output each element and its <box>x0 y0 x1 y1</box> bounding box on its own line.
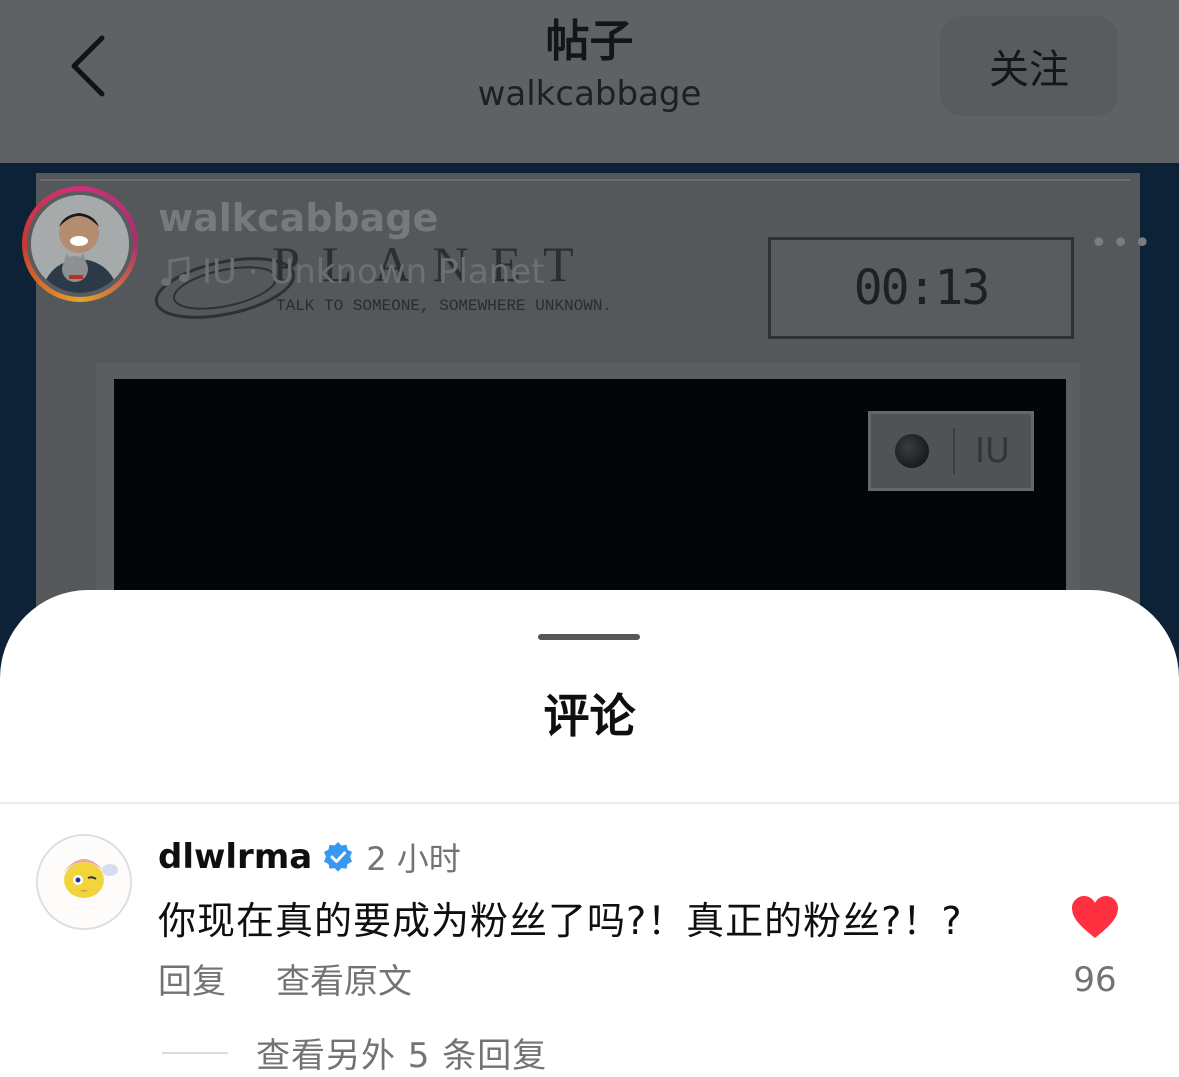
planet-tagline: TALK TO SOMEONE, SOMEWHERE UNKNOWN. <box>276 297 613 315</box>
comments-title: 评论 <box>543 689 636 743</box>
avatar <box>38 836 130 928</box>
replies-line-divider <box>162 1051 228 1054</box>
badge-label: IU <box>975 431 1010 471</box>
comments-sheet: 评论 dlwlrma 2 小时 你现在真的要成为粉丝了吗?！真正的粉丝?！? 回… <box>0 590 1179 1076</box>
post-author-username[interactable]: walkcabbage <box>158 196 438 240</box>
person-with-cat-icon <box>31 195 129 293</box>
more-options-icon[interactable]: ••• <box>1090 226 1155 261</box>
divider <box>0 802 1179 804</box>
iu-badge: IU <box>868 411 1034 491</box>
comment-timestamp: 2 小时 <box>366 840 461 878</box>
like-heart-icon[interactable] <box>1070 894 1120 940</box>
avatar <box>31 195 129 293</box>
timer-text: 00:13 <box>853 260 990 316</box>
see-original-button[interactable]: 查看原文 <box>276 954 412 1003</box>
view-more-replies-label: 查看另外 5 条回复 <box>256 1036 548 1076</box>
verified-badge-icon <box>324 842 353 872</box>
planet-icon <box>895 434 929 468</box>
follow-button[interactable]: 关注 <box>940 16 1118 116</box>
view-more-replies-button[interactable]: 查看另外 5 条回复 <box>162 1028 547 1077</box>
top-bar: 帖子 walkcabbage 关注 <box>0 0 1179 163</box>
frame-edge <box>40 179 1130 181</box>
comment-actions: 回复 查看原文 <box>158 954 412 1003</box>
comment-avatar[interactable] <box>36 834 132 930</box>
post-author-avatar[interactable] <box>22 186 138 302</box>
comment-text: 你现在真的要成为粉丝了吗?！真正的粉丝?！? <box>158 899 963 943</box>
badge-divider <box>953 428 955 474</box>
post-music-row[interactable]: IU · Unknown Planet <box>158 252 545 292</box>
timer-display: 00:13 <box>768 237 1074 339</box>
comment-header: dlwlrma 2 小时 <box>158 834 461 880</box>
like-count: 96 <box>1073 960 1117 1000</box>
comment-username[interactable]: dlwlrma <box>158 837 312 877</box>
sheet-drag-handle[interactable] <box>538 634 640 640</box>
music-note-icon <box>161 256 190 286</box>
music-label: IU · Unknown Planet <box>202 252 545 292</box>
reply-button[interactable]: 回复 <box>158 954 226 1003</box>
